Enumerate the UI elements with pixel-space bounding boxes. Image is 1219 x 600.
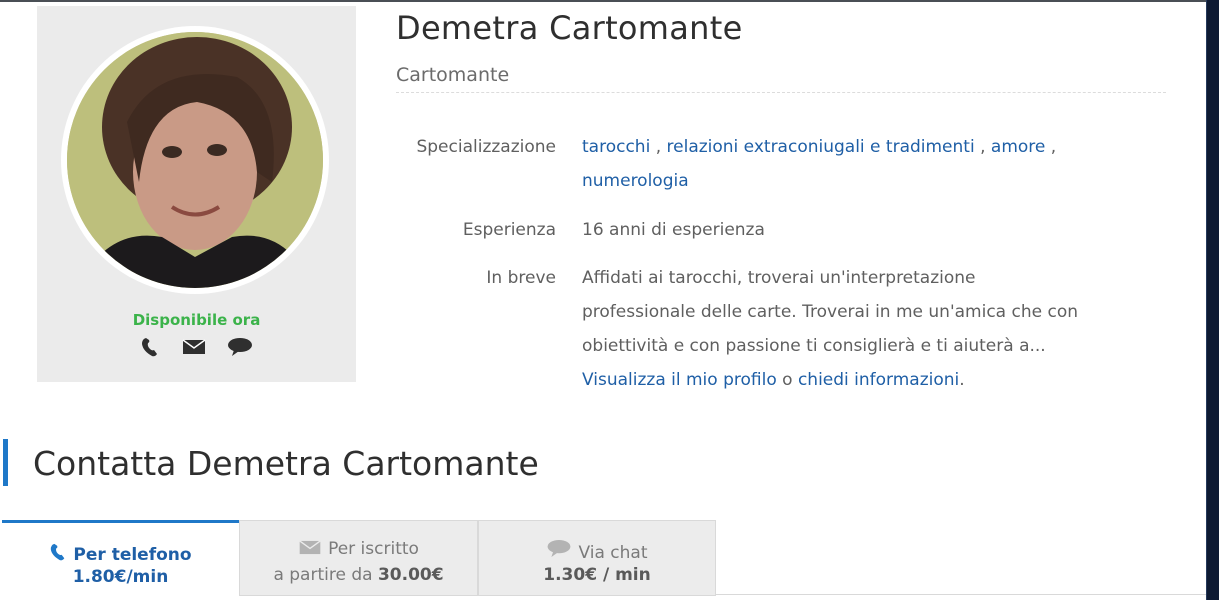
ask-info-link[interactable]: chiedi informazioni	[798, 370, 959, 390]
tab-phone-price: 1.80€/min	[72, 567, 169, 587]
summary-line: Affidati ai tarocchi, troverai un'interp…	[582, 268, 976, 288]
summary-label: In breve	[486, 268, 556, 288]
specialization-link[interactable]: amore	[991, 137, 1045, 157]
tab-written[interactable]: Per iscritto a partire da 30.00€	[239, 520, 478, 596]
window-background	[1206, 0, 1219, 600]
tab-phone-label: Per telefono	[73, 545, 192, 565]
tab-written-price-prefix: a partire da	[273, 565, 373, 585]
specialization-link[interactable]: relazioni extraconiugali e tradimenti	[667, 137, 975, 157]
summary-line: obiettività e con passione ti consiglier…	[582, 336, 1046, 356]
phone-icon[interactable]	[140, 336, 160, 362]
summary-line: professionale delle carte. Troverai in m…	[582, 302, 1078, 322]
tab-chat-label: Via chat	[578, 543, 648, 563]
section-accent-bar	[3, 439, 8, 486]
experience-label: Esperienza	[462, 220, 556, 240]
avatar-photo	[67, 32, 323, 288]
tab-phone[interactable]: Per telefono 1.80€/min	[2, 520, 239, 596]
tab-chat[interactable]: Via chat 1.30€ / min	[478, 520, 716, 596]
mail-icon[interactable]	[182, 339, 206, 359]
contact-icons	[37, 336, 356, 362]
profile-card: Disponibile ora	[37, 6, 356, 382]
divider	[396, 92, 1166, 93]
summary-text: Affidati ai tarocchi, troverai un'interp…	[582, 261, 1172, 397]
chat-icon[interactable]	[227, 337, 253, 361]
specialization-label: Specializzazione	[416, 137, 556, 157]
avatar[interactable]	[61, 26, 329, 294]
specialization-values: tarocchi , relazioni extraconiugali e tr…	[582, 137, 1057, 191]
page-title: Demetra Cartomante	[396, 9, 743, 47]
or-text: o	[782, 370, 793, 390]
profile-role: Cartomante	[396, 64, 510, 86]
tab-written-label: Per iscritto	[328, 539, 419, 559]
chat-icon	[546, 539, 572, 563]
tab-written-price: 30.00€	[377, 565, 444, 585]
specialization-link[interactable]: tarocchi	[582, 137, 650, 157]
period: .	[959, 370, 965, 390]
mail-icon	[298, 540, 322, 560]
specialization-link[interactable]: numerologia	[582, 171, 689, 191]
view-profile-link[interactable]: Visualizza il mio profilo	[582, 370, 777, 390]
contact-heading: Contatta Demetra Cartomante	[33, 444, 539, 483]
phone-icon	[49, 541, 67, 568]
tab-chat-price: 1.30€ / min	[543, 565, 651, 585]
profile-page: Disponibile ora Demetra Cartomante Carto…	[0, 0, 1206, 600]
experience-value: 16 anni di esperienza	[582, 220, 765, 240]
availability-status: Disponibile ora	[132, 311, 261, 329]
